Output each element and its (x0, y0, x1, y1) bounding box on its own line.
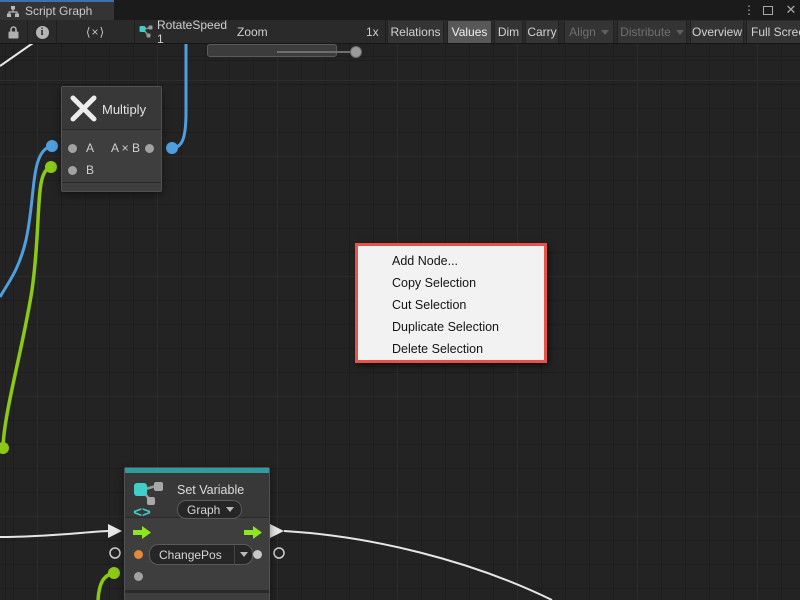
info-icon: i (36, 26, 49, 39)
node-title: Multiply (102, 102, 146, 117)
zoom-slider-handle[interactable] (350, 46, 362, 58)
port-label-result: A × B (104, 142, 140, 154)
window-close-button[interactable]: ✕ (784, 0, 798, 20)
unity-graph-window: Multiply A A × B B <> Set Variable Graph (0, 0, 800, 600)
node-multiply-header[interactable]: Multiply (62, 87, 161, 130)
window-maximize-button[interactable] (763, 0, 773, 20)
toolbar-button-dim[interactable]: Dim (494, 21, 523, 43)
variable-name-dropdown[interactable]: ChangePos (149, 544, 235, 565)
maximize-icon (763, 6, 773, 15)
port-label-b: B (86, 164, 94, 176)
kebab-menu-icon: ⋮ (743, 3, 755, 17)
window-tab-bar: Script Graph ⋮ ✕ (0, 0, 800, 20)
graph-toolbar: i ⟨×⟩ RotateSpeed 1 Zoom 1x Relati (0, 20, 800, 44)
tab-script-graph[interactable]: Script Graph (0, 0, 114, 20)
zoom-label: Zoom (237, 20, 273, 44)
zoom-slider-track[interactable] (277, 51, 361, 53)
variable-name-dropdown-button[interactable] (234, 544, 253, 565)
info-button[interactable]: i (28, 20, 56, 44)
zoom-value: 1x (366, 20, 386, 44)
node-title: Set Variable (177, 483, 244, 497)
node-set-variable-footer (125, 593, 269, 600)
port-value-output[interactable] (253, 550, 262, 559)
graph-reference-icon (139, 25, 153, 39)
port-value-input[interactable] (134, 550, 143, 559)
menu-item-duplicate-selection[interactable]: Duplicate Selection (358, 316, 544, 338)
toolbar-button-values[interactable]: Values (447, 21, 492, 43)
toolbar-button-carry[interactable]: Carry (525, 21, 559, 43)
port-input-a[interactable] (68, 144, 77, 153)
toolbar-button-align[interactable]: Align (564, 21, 614, 43)
menu-item-add-node[interactable]: Add Node... (358, 250, 544, 272)
toolbar-button-distribute[interactable]: Distribute (617, 21, 687, 43)
svg-text:<>: <> (133, 504, 151, 519)
close-icon: ✕ (786, 2, 797, 18)
menu-item-delete-selection[interactable]: Delete Selection (358, 338, 544, 360)
flow-input-arrow-icon[interactable] (133, 526, 152, 539)
node-multiply[interactable]: Multiply A A × B B (61, 86, 162, 192)
port-value-input-2[interactable] (134, 572, 143, 581)
code-brackets-icon: ⟨×⟩ (86, 25, 105, 39)
window-menu-button[interactable]: ⋮ (742, 0, 756, 20)
node-set-variable[interactable]: <> Set Variable Graph ChangePos (124, 467, 270, 600)
lock-icon (8, 26, 19, 39)
toolbar-button-overview[interactable]: Overview (690, 21, 744, 43)
menu-item-copy-selection[interactable]: Copy Selection (358, 272, 544, 294)
set-variable-icon: <> (132, 481, 172, 519)
edit-graph-button[interactable]: ⟨×⟩ (57, 20, 134, 44)
toolbar-button-full-screen[interactable]: Full Screen (746, 21, 800, 43)
context-menu: Add Node... Copy Selection Cut Selection… (355, 243, 547, 363)
dropdown-caret-icon (240, 552, 248, 557)
menu-item-cut-selection[interactable]: Cut Selection (358, 294, 544, 316)
dropdown-caret-icon (226, 507, 234, 512)
toolbar-button-relations[interactable]: Relations (387, 21, 444, 43)
node-multiply-footer (62, 182, 161, 191)
graph-reference-icon-wrap (136, 20, 156, 44)
multiply-x-icon (70, 95, 97, 122)
graph-hierarchy-icon (7, 6, 19, 17)
port-output-result[interactable] (145, 144, 154, 153)
port-label-a: A (86, 142, 94, 154)
port-input-b[interactable] (68, 166, 77, 175)
lock-button[interactable] (0, 20, 27, 44)
dropdown-caret-icon (676, 30, 684, 35)
variable-scope-dropdown[interactable]: Graph (177, 500, 242, 519)
node-set-variable-header[interactable]: <> Set Variable Graph (125, 473, 269, 518)
flow-output-arrow-icon[interactable] (244, 526, 263, 539)
tab-label: Script Graph (25, 4, 92, 18)
dropdown-caret-icon (601, 30, 609, 35)
context-menu-list: Add Node... Copy Selection Cut Selection… (358, 246, 544, 360)
graph-breadcrumb[interactable]: RotateSpeed 1 (157, 20, 229, 44)
